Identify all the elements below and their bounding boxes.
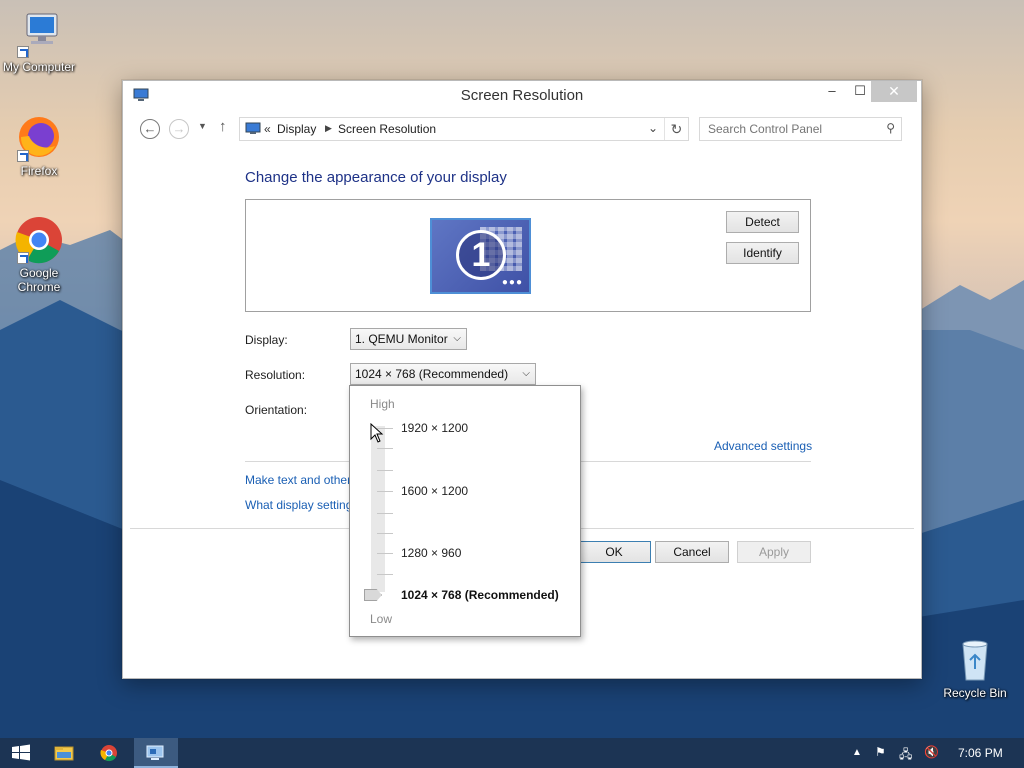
overflow-chevron[interactable]: « [264, 122, 271, 136]
title-bar[interactable]: Screen Resolution – ☐ ✕ [123, 81, 921, 111]
text-size-link[interactable]: Make text and other [245, 473, 351, 487]
address-bar[interactable]: « Display ▶ Screen Resolution ⌄ ↻ [239, 117, 689, 141]
volume-muted-icon[interactable]: 🔇 [924, 745, 939, 759]
window-title: Screen Resolution [460, 87, 584, 104]
recent-locations-button[interactable]: ▼ [198, 121, 207, 131]
file-explorer-icon [54, 746, 74, 761]
slider-tick [377, 513, 393, 514]
network-icon[interactable]: 🖧 [899, 745, 912, 766]
desktop-icon-my-computer[interactable]: My Computer [0, 10, 78, 74]
search-box[interactable]: ⚲ [699, 117, 902, 141]
breadcrumb-display[interactable]: Display [277, 122, 316, 136]
resolution-select-value: 1024 × 768 (Recommended) [355, 367, 509, 381]
desktop-icon-label: Google Chrome [17, 266, 61, 294]
advanced-settings-link[interactable]: Advanced settings [714, 439, 812, 453]
chrome-icon [15, 216, 63, 264]
detect-button[interactable]: Detect [726, 211, 799, 233]
resolution-dropdown: High 1920 × 1200 1600 × 1200 1280 × 960 … [349, 385, 581, 637]
control-panel-icon [245, 122, 261, 135]
firefox-icon [15, 114, 63, 162]
action-center-flag-icon[interactable]: ⚑ [875, 745, 886, 759]
taskbar: ▲ ⚑ 🖧 🔇 7:06 PM [0, 738, 1024, 768]
up-button[interactable]: ↑ [219, 118, 227, 135]
desktop-icon-label: Recycle Bin [943, 686, 1007, 700]
page-title: Change the appearance of your display [245, 169, 507, 186]
monitor-1-tile[interactable]: 1 ●●● [430, 218, 531, 294]
mouse-pointer-icon [370, 423, 384, 443]
shortcut-arrow-icon [17, 252, 29, 264]
resolution-slider-track[interactable] [371, 426, 385, 592]
chevron-down-icon: ⌵ [522, 368, 530, 379]
shortcut-arrow-icon [17, 46, 29, 58]
shortcut-arrow-icon [17, 150, 29, 162]
close-button[interactable]: ✕ [871, 81, 917, 102]
monitor-dots: ●●● [501, 277, 523, 288]
slider-high-label: High [370, 397, 395, 411]
forward-arrow-icon: → [172, 121, 186, 136]
computer-icon [15, 10, 63, 58]
chevron-down-icon: ⌵ [453, 333, 461, 344]
desktop-icon-label: My Computer [2, 60, 76, 74]
resolution-option-selected[interactable]: 1024 × 768 (Recommended) [401, 588, 559, 602]
resolution-option[interactable]: 1920 × 1200 [401, 421, 468, 435]
display-settings-help-link[interactable]: What display setting [245, 498, 352, 512]
desktop-icon-label: Firefox [20, 164, 58, 178]
recycle-bin-icon [951, 636, 999, 684]
slider-tick [377, 491, 393, 492]
search-icon[interactable]: ⚲ [886, 121, 895, 135]
desktop-icon-firefox[interactable]: Firefox [0, 114, 78, 178]
resolution-select[interactable]: 1024 × 768 (Recommended) ⌵ [350, 363, 536, 385]
start-button[interactable] [0, 738, 44, 768]
taskbar-screen-resolution[interactable] [134, 738, 178, 768]
slider-tick [377, 574, 393, 575]
taskbar-file-explorer[interactable] [42, 738, 86, 768]
apply-button[interactable]: Apply [737, 541, 811, 563]
navigation-bar: ← → ▼ ↑ « Display ▶ Screen Resolution ⌄ … [123, 111, 921, 145]
refresh-icon: ↻ [670, 121, 683, 137]
breadcrumb-separator-icon[interactable]: ▶ [325, 123, 332, 134]
monitor-preview-area: 1 ●●● Detect Identify [245, 199, 811, 312]
slider-tick [377, 448, 393, 449]
back-arrow-icon: ← [143, 121, 157, 136]
slider-tick [377, 470, 393, 471]
taskbar-clock[interactable]: 7:06 PM [958, 746, 1003, 760]
forward-button[interactable]: → [169, 119, 189, 139]
slider-tick [377, 553, 393, 554]
screen-resolution-icon [146, 745, 164, 760]
display-label: Display: [245, 333, 288, 347]
monitor-number-badge: 1 [456, 230, 506, 280]
orientation-label: Orientation: [245, 403, 308, 417]
search-input[interactable] [708, 118, 878, 140]
minimize-button[interactable]: – [817, 81, 847, 102]
identify-button[interactable]: Identify [726, 242, 799, 264]
resolution-option[interactable]: 1280 × 960 [401, 546, 461, 560]
resolution-label: Resolution: [245, 368, 306, 382]
chrome-icon [100, 745, 117, 762]
slider-low-label: Low [370, 612, 393, 626]
start-icon [12, 744, 30, 761]
desktop-icon-chrome[interactable]: Google Chrome [0, 216, 78, 294]
ok-button[interactable]: OK [577, 541, 651, 563]
up-arrow-icon: ↑ [219, 118, 227, 135]
display-select-value: 1. QEMU Monitor [355, 332, 448, 346]
desktop-icon-recycle-bin[interactable]: Recycle Bin [936, 636, 1014, 700]
breadcrumb-screen-resolution[interactable]: Screen Resolution [338, 122, 436, 136]
address-dropdown-chevron-icon[interactable]: ⌄ [648, 121, 658, 135]
cancel-button[interactable]: Cancel [655, 541, 729, 563]
refresh-button[interactable]: ↻ [664, 118, 688, 140]
taskbar-chrome[interactable] [88, 738, 132, 768]
slider-tick [377, 533, 393, 534]
display-select[interactable]: 1. QEMU Monitor ⌵ [350, 328, 467, 350]
resolution-option[interactable]: 1600 × 1200 [401, 484, 468, 498]
show-hidden-icons[interactable]: ▲ [852, 747, 862, 758]
back-button[interactable]: ← [140, 119, 160, 139]
